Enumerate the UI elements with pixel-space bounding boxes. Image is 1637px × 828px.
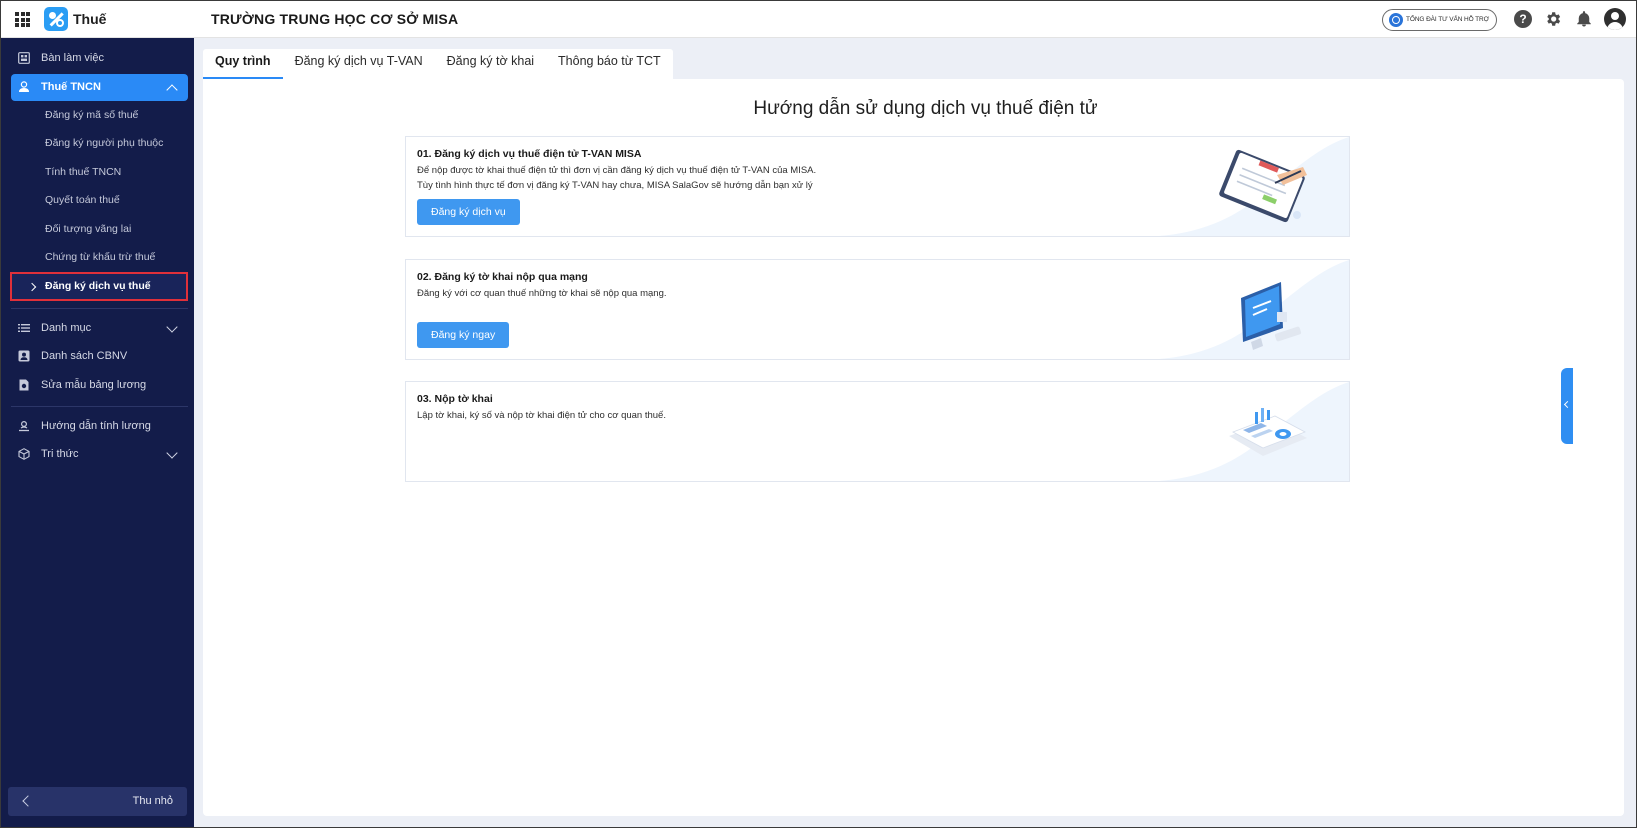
sidebar-item-payroll-guide[interactable]: Hướng dẫn tính lương: [11, 413, 188, 440]
app-grid-icon[interactable]: [15, 12, 30, 27]
step-description-line: Để nộp được tờ khai thuế điện tử thì đơn…: [417, 165, 817, 176]
dashboard-icon: [18, 52, 30, 64]
sidebar-subitem-label: Quyết toán thuế: [45, 194, 120, 206]
page-title: Hướng dẫn sử dụng dịch vụ thuế điện tử: [753, 98, 1098, 119]
chevron-up-icon[interactable]: [166, 84, 178, 96]
step-description: Đăng ký với cơ quan thuế những tờ khai s…: [417, 286, 667, 301]
tab-bar: Quy trình Đăng ký dịch vụ T-VAN Đăng ký …: [203, 49, 673, 79]
user-avatar-icon[interactable]: [1604, 8, 1626, 30]
step-description-line: Đăng ký với cơ quan thuế những tờ khai s…: [417, 288, 667, 299]
sidebar-subitem-label: Đăng ký dịch vụ thuế: [45, 280, 151, 292]
sidebar-item-staff-list[interactable]: Danh sách CBNV: [11, 343, 188, 370]
collapse-label: Thu nhỏ: [132, 795, 173, 807]
sidebar-subitem-label: Đăng ký người phụ thuộc: [45, 137, 164, 149]
gear-icon[interactable]: [1544, 10, 1562, 28]
tab-tax-authority-notices[interactable]: Thông báo từ TCT: [546, 49, 673, 79]
step-description: Để nộp được tờ khai thuế điện tử thì đơn…: [417, 163, 816, 193]
list-icon: [18, 324, 30, 332]
app-window: Thuế TRƯỜNG TRUNG HỌC CƠ SỞ MISA TỔNG ĐÀ…: [0, 0, 1637, 828]
collapse-sidebar-button[interactable]: Thu nhỏ: [8, 787, 187, 816]
tab-declaration-registration[interactable]: Đăng ký tờ khai: [435, 49, 546, 79]
process-panel: Hướng dẫn sử dụng dịch vụ thuế điện tử 0…: [203, 79, 1624, 816]
report-illustration: [1229, 408, 1307, 456]
step-card-submit: 03. Nộp tờ khai Lập tờ khai, ký số và nộ…: [405, 381, 1350, 482]
sidebar-item-knowledge[interactable]: Tri thức: [11, 441, 188, 468]
sidebar-subitem-casual-workers[interactable]: Đối tượng vãng lai: [11, 216, 188, 243]
sidebar-item-label: Thuế TNCN: [41, 81, 101, 93]
sidebar-item-personal-income-tax[interactable]: Thuế TNCN: [11, 74, 188, 101]
sidebar-subitem-label: Tính thuế TNCN: [45, 166, 122, 178]
step-description-line: Lập tờ khai, ký số và nộp tờ khai điện t…: [417, 410, 666, 421]
sidebar-subitem-label: Chứng từ khấu trừ thuế: [45, 251, 156, 263]
sidebar-subitem-tax-finalization[interactable]: Quyết toán thuế: [11, 187, 188, 214]
chevron-right-icon: [27, 282, 37, 292]
sidebar-subitem-label: Đăng ký mã số thuế: [45, 109, 139, 121]
step-title: 02. Đăng ký tờ khai nộp qua mạng: [417, 271, 588, 283]
sidebar-subitem-dependent-registration[interactable]: Đăng ký người phụ thuộc: [11, 130, 188, 157]
computer-illustration: [1241, 282, 1302, 350]
guide-icon: [19, 420, 29, 432]
sidebar-subitem-tax-code-registration[interactable]: Đăng ký mã số thuế: [11, 102, 188, 129]
sidebar-divider: [11, 308, 188, 309]
bell-icon[interactable]: [1575, 10, 1593, 28]
step-card-declaration: 02. Đăng ký tờ khai nộp qua mạng Đăng ký…: [405, 259, 1350, 360]
sidebar-item-label: Bàn làm việc: [41, 52, 104, 64]
sidebar-item-catalog[interactable]: Danh mục: [11, 315, 188, 342]
support-hotline-button[interactable]: TỔNG ĐÀI TƯ VẤN HỖ TRỢ: [1382, 9, 1497, 31]
tax-icon: [19, 81, 29, 92]
tab-process[interactable]: Quy trình: [203, 49, 283, 79]
expand-side-panel-tab[interactable]: [1561, 368, 1573, 444]
phone-icon: [1389, 13, 1403, 27]
template-icon: [19, 379, 29, 391]
sidebar-item-payroll-template[interactable]: Sửa mẫu bảng lương: [11, 372, 188, 399]
chevron-left-icon: [22, 795, 34, 807]
sidebar: Bàn làm việc Thuế TNCN Đăng ký mã số thu…: [1, 38, 194, 827]
app-name: Thuế: [73, 11, 107, 27]
step-description-line: Tùy tình hình thực tế đơn vị đăng ký T-V…: [417, 180, 813, 191]
sidebar-item-label: Tri thức: [41, 448, 79, 460]
knowledge-icon: [18, 448, 30, 460]
sidebar-subitem-label: Đối tượng vãng lai: [45, 223, 132, 235]
step-description: Lập tờ khai, ký số và nộp tờ khai điện t…: [417, 408, 666, 423]
sidebar-item-dashboard[interactable]: Bàn làm việc: [11, 45, 188, 72]
sidebar-subitem-tax-service-registration[interactable]: Đăng ký dịch vụ thuế: [10, 272, 188, 301]
chevron-down-icon[interactable]: [166, 321, 178, 333]
support-hotline-label: TỔNG ĐÀI TƯ VẤN HỖ TRỢ: [1406, 16, 1490, 23]
chevron-down-icon[interactable]: [166, 447, 178, 459]
app-logo-icon: [44, 7, 68, 31]
sidebar-item-label: Danh sách CBNV: [41, 350, 128, 362]
sidebar-item-label: Danh mục: [41, 322, 92, 334]
sidebar-item-label: Hướng dẫn tính lương: [41, 420, 151, 432]
organization-title: TRƯỜNG TRUNG HỌC CƠ SỞ MISA: [211, 11, 459, 27]
register-now-button[interactable]: Đăng ký ngay: [417, 322, 510, 348]
step-card-tvan: 01. Đăng ký dịch vụ thuế điện tử T-VAN M…: [405, 136, 1350, 237]
main-content: Quy trình Đăng ký dịch vụ T-VAN Đăng ký …: [194, 38, 1636, 827]
sidebar-subitem-tax-calculation[interactable]: Tính thuế TNCN: [11, 159, 188, 186]
top-bar: Thuế TRƯỜNG TRUNG HỌC CƠ SỞ MISA TỔNG ĐÀ…: [1, 1, 1636, 38]
step-title: 03. Nộp tờ khai: [417, 393, 493, 405]
register-service-button[interactable]: Đăng ký dịch vụ: [417, 199, 520, 225]
tax-document-illustration: [1219, 149, 1307, 223]
step-title: 01. Đăng ký dịch vụ thuế điện tử T-VAN M…: [417, 148, 642, 160]
sidebar-divider: [11, 406, 188, 407]
tab-tvan-registration[interactable]: Đăng ký dịch vụ T-VAN: [283, 49, 435, 79]
sidebar-subitem-withholding-certificates[interactable]: Chứng từ khấu trừ thuế: [11, 244, 188, 271]
help-icon[interactable]: ?: [1514, 10, 1532, 28]
staff-icon: [18, 350, 30, 362]
sidebar-item-label: Sửa mẫu bảng lương: [41, 379, 147, 391]
